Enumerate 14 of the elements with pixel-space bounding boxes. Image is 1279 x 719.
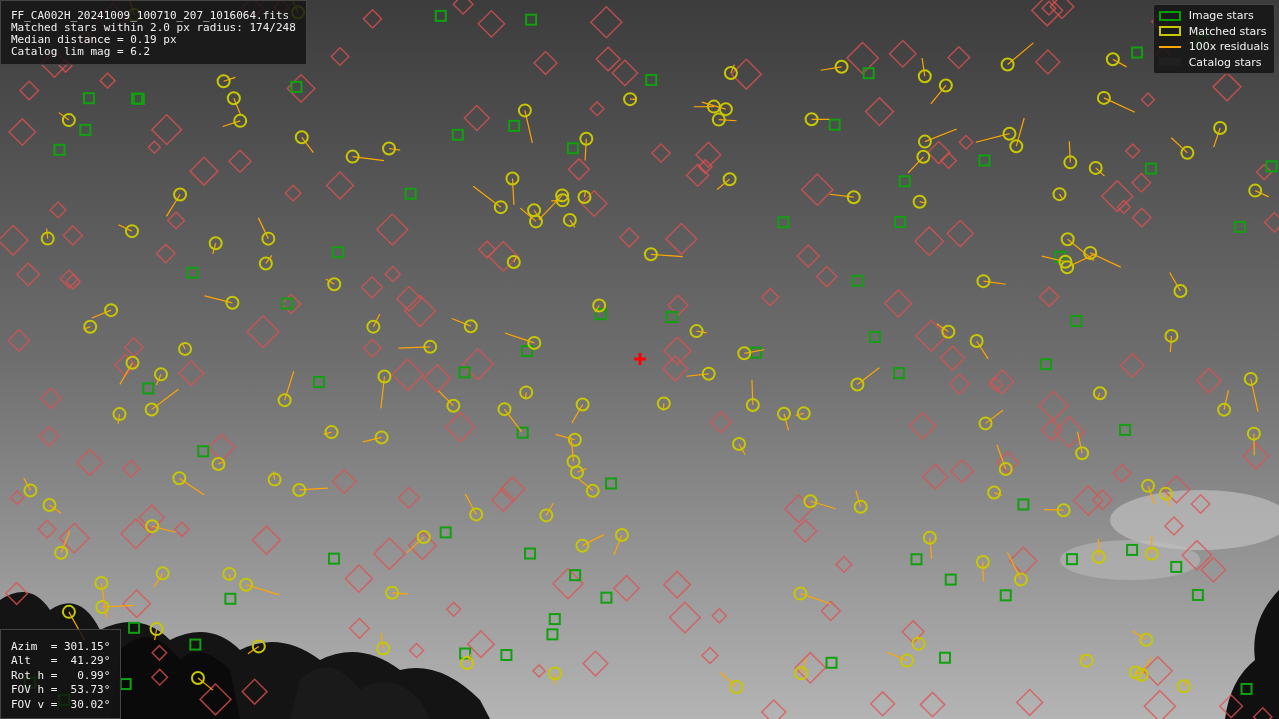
cross-icon <box>634 353 646 365</box>
pointing-text: Rot h = 0.99° <box>11 668 111 683</box>
info-text: Median distance = 0.19 px <box>11 34 178 46</box>
info-text: Catalog lim mag = 6.2 <box>11 46 152 58</box>
pointing-text: Azim = 301.15° <box>11 639 111 654</box>
info-text: FF_CA002H_20241009_100710_207_1016064.fits <box>11 10 291 22</box>
pointing-text: FOV h = 53.73° <box>11 683 111 698</box>
info-text: Matched stars within 2.0 px radius: 174/248 <box>11 22 296 34</box>
legend-label: 100x residuals <box>1188 40 1269 54</box>
legend-label: Image stars <box>1188 9 1254 23</box>
pointing-text: Alt = 41.29° <box>11 654 111 669</box>
pointing-text: FOV v = 30.02° <box>11 697 111 712</box>
legend-label: Catalog stars <box>1188 55 1262 69</box>
legend-label: Matched stars <box>1188 24 1267 38</box>
